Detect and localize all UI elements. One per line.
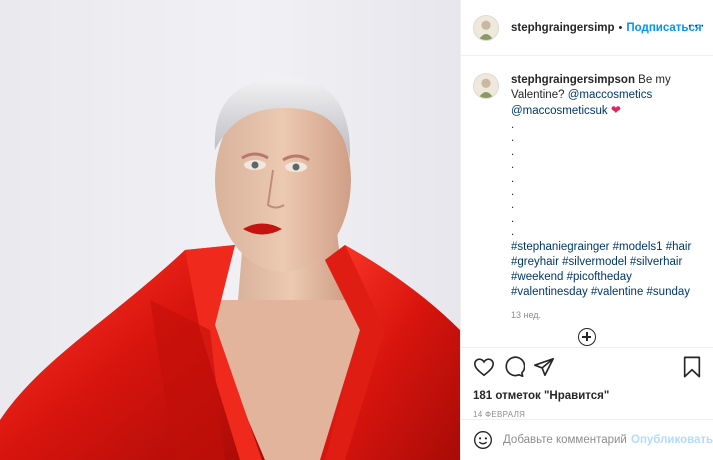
- hashtags[interactable]: #stephaniegrainger #models1 #hair #greyh…: [511, 240, 701, 300]
- post-header: stephgraingersimp • Подписаться ···: [461, 0, 713, 56]
- caption-dots: . . . . . . . . .: [511, 119, 701, 240]
- comments-section[interactable]: stephgraingersimpson Be my Valentine? @m…: [461, 57, 713, 347]
- caption-text: stephgraingersimpson Be my Valentine? @m…: [511, 73, 701, 323]
- smiley-icon[interactable]: [473, 430, 493, 450]
- caption-avatar[interactable]: [473, 73, 499, 99]
- more-options-icon[interactable]: ···: [687, 18, 706, 34]
- avatar[interactable]: [473, 14, 499, 41]
- add-comment-bar: Опубликовать: [461, 419, 713, 460]
- post-date: 14 ФЕВРАЛЯ: [473, 410, 526, 419]
- dot-line: .: [511, 186, 515, 199]
- mention-link[interactable]: @maccosmeticsuk: [511, 105, 608, 117]
- dot-line: .: [511, 119, 515, 131]
- comment-input[interactable]: [503, 434, 627, 446]
- dot-line: .: [511, 199, 515, 212]
- publish-button[interactable]: Опубликовать: [631, 434, 713, 446]
- header-username[interactable]: stephgraingersimp: [511, 22, 615, 34]
- likes-count[interactable]: 181 отметок "Нравится": [473, 390, 702, 402]
- post-actions: 181 отметок "Нравится" 14 ФЕВРАЛЯ: [461, 347, 713, 419]
- load-more-comments-icon[interactable]: [578, 328, 596, 346]
- post-side-panel: stephgraingersimp • Подписаться ··· step…: [460, 0, 713, 460]
- dot-line: .: [511, 212, 515, 225]
- caption-username[interactable]: stephgraingersimpson: [511, 74, 635, 86]
- dot-line: .: [511, 226, 515, 239]
- caption-timestamp: 13 нед.: [511, 309, 542, 320]
- share-icon[interactable]: [533, 356, 555, 378]
- instagram-post: stephgraingersimp • Подписаться ··· step…: [0, 0, 713, 460]
- dot-line: .: [511, 132, 515, 145]
- dot-line: .: [511, 159, 515, 172]
- dot-line: .: [511, 145, 515, 158]
- heart-icon[interactable]: [473, 356, 495, 378]
- red-heart-emoji: ❤: [610, 103, 621, 117]
- bookmark-icon[interactable]: [682, 356, 702, 378]
- action-icons-row: [473, 356, 702, 380]
- caption: stephgraingersimpson Be my Valentine? @m…: [473, 73, 702, 323]
- comment-icon[interactable]: [503, 356, 525, 378]
- post-photo[interactable]: [0, 0, 460, 460]
- header-separator: •: [618, 21, 623, 34]
- mention-link[interactable]: @maccosmetics: [568, 89, 653, 101]
- dot-line: .: [511, 172, 515, 185]
